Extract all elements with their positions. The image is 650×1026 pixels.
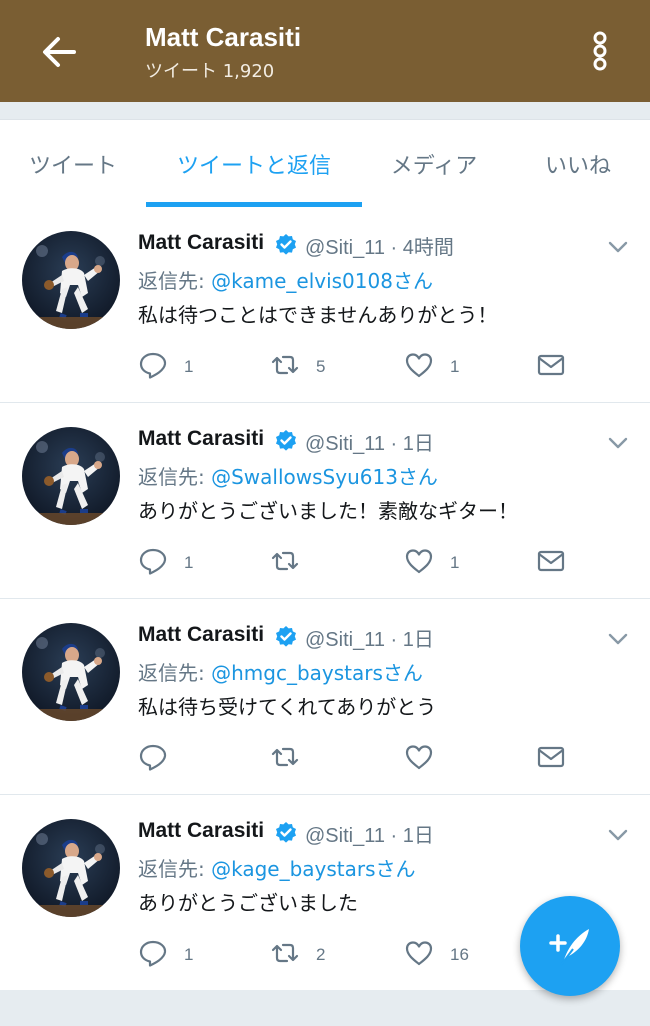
tweet-text: 私は待ち受けてくれてありがとう	[138, 695, 437, 719]
separator	[0, 990, 650, 1026]
reply-mention-link[interactable]: @hmgc_baystarsさん	[211, 661, 423, 685]
verified-badge-icon	[274, 429, 298, 453]
reply-icon	[138, 546, 168, 580]
tweet-handle-time: @Siti_11 · 4時間	[305, 237, 454, 259]
reply-count: 1	[184, 945, 194, 964]
reply-to-line: 返信先: @kame_elvis0108さん	[138, 265, 433, 294]
reply-icon	[138, 938, 168, 972]
tweet-count: ツイート 1,920	[145, 61, 275, 82]
tweet-handle-time: @Siti_11 · 1日	[305, 629, 434, 651]
tweet-author-name[interactable]: Matt Carasiti	[138, 623, 264, 647]
tab-tweets-and-replies[interactable]: ツイートと返信	[146, 120, 362, 208]
retweet-button[interactable]: 5	[270, 351, 325, 383]
direct-message-button[interactable]	[536, 547, 566, 579]
chevron-down-icon[interactable]	[606, 629, 630, 649]
heart-icon	[404, 742, 434, 776]
tab-media[interactable]: メディア	[362, 120, 506, 208]
avatar[interactable]	[22, 623, 120, 721]
avatar[interactable]	[22, 427, 120, 525]
reply-mention-link[interactable]: @kame_elvis0108さん	[211, 269, 433, 293]
verified-badge-icon	[274, 233, 298, 257]
reply-prefix: 返信先:	[138, 661, 212, 685]
verified-badge-icon	[274, 821, 298, 845]
compose-tweet-button[interactable]	[520, 896, 620, 996]
chevron-down-icon[interactable]	[606, 825, 630, 845]
reply-to-line: 返信先: @SwallowsSyu613さん	[138, 461, 438, 490]
like-button[interactable]: 16	[404, 939, 469, 971]
tweet-text: 私は待つことはできませんありがとう！	[138, 303, 498, 327]
tweet-text: ありがとうございました	[138, 891, 358, 915]
reply-mention-link[interactable]: @SwallowsSyu613さん	[211, 465, 438, 489]
retweet-icon	[270, 350, 300, 384]
reply-icon	[138, 350, 168, 384]
envelope-icon	[536, 546, 566, 580]
like-count: 16	[450, 945, 469, 964]
chevron-down-icon[interactable]	[606, 433, 630, 453]
envelope-icon	[536, 350, 566, 384]
retweet-count: 2	[316, 945, 326, 964]
profile-tabs: ツイート ツイートと返信 メディア いいね	[0, 120, 650, 208]
retweet-button[interactable]	[270, 547, 316, 579]
heart-icon	[404, 350, 434, 384]
reply-prefix: 返信先:	[138, 269, 212, 293]
retweet-button[interactable]	[270, 743, 316, 775]
reply-button[interactable]: 1	[138, 547, 193, 579]
tweet[interactable]: Matt Carasiti @Siti_11 · 1日 返信先: @Swallo…	[0, 403, 650, 599]
reply-mention-link[interactable]: @kage_baystarsさん	[211, 857, 415, 881]
tweet-text: ありがとうございました！素敵なギター！	[138, 499, 518, 523]
tab-likes[interactable]: いいね	[506, 120, 650, 208]
compose-feather-icon	[549, 929, 589, 966]
avatar[interactable]	[22, 819, 120, 917]
like-button[interactable]: 1	[404, 547, 459, 579]
retweet-icon	[270, 742, 300, 776]
envelope-icon	[536, 742, 566, 776]
app-bar: Matt Carasiti ツイート 1,920	[0, 0, 650, 102]
reply-button[interactable]: 1	[138, 351, 193, 383]
reply-count: 1	[184, 553, 194, 572]
profile-name-title: Matt Carasiti	[145, 22, 302, 52]
tab-tweets[interactable]: ツイート	[0, 120, 146, 208]
reply-to-line: 返信先: @hmgc_baystarsさん	[138, 657, 423, 686]
reply-button[interactable]: 1	[138, 939, 193, 971]
like-count: 1	[450, 357, 460, 376]
like-button[interactable]: 1	[404, 351, 459, 383]
tweet-author-name[interactable]: Matt Carasiti	[138, 427, 264, 451]
separator	[0, 102, 650, 120]
reply-to-line: 返信先: @kage_baystarsさん	[138, 853, 416, 882]
reply-count: 1	[184, 357, 194, 376]
verified-badge-icon	[274, 625, 298, 649]
like-count: 1	[450, 553, 460, 572]
tweet-handle-time: @Siti_11 · 1日	[305, 433, 434, 455]
heart-icon	[404, 546, 434, 580]
reply-icon	[138, 742, 168, 776]
like-button[interactable]	[404, 743, 450, 775]
tweet[interactable]: Matt Carasiti @Siti_11 · 4時間 返信先: @kame_…	[0, 207, 650, 403]
retweet-button[interactable]: 2	[270, 939, 325, 971]
chevron-down-icon[interactable]	[606, 237, 630, 257]
tweet[interactable]: Matt Carasiti @Siti_11 · 1日 返信先: @hmgc_b…	[0, 599, 650, 795]
reply-prefix: 返信先:	[138, 465, 212, 489]
direct-message-button[interactable]	[536, 743, 566, 775]
avatar[interactable]	[22, 231, 120, 329]
direct-message-button[interactable]	[536, 351, 566, 383]
more-vertical-icon[interactable]	[580, 28, 620, 74]
retweet-icon	[270, 938, 300, 972]
retweet-count: 5	[316, 357, 326, 376]
heart-icon	[404, 938, 434, 972]
arrow-left-icon[interactable]	[36, 30, 80, 74]
tweet-author-name[interactable]: Matt Carasiti	[138, 231, 264, 255]
tweet-author-name[interactable]: Matt Carasiti	[138, 819, 264, 843]
retweet-icon	[270, 546, 300, 580]
reply-prefix: 返信先:	[138, 857, 212, 881]
reply-button[interactable]	[138, 743, 184, 775]
tweet-handle-time: @Siti_11 · 1日	[305, 825, 434, 847]
